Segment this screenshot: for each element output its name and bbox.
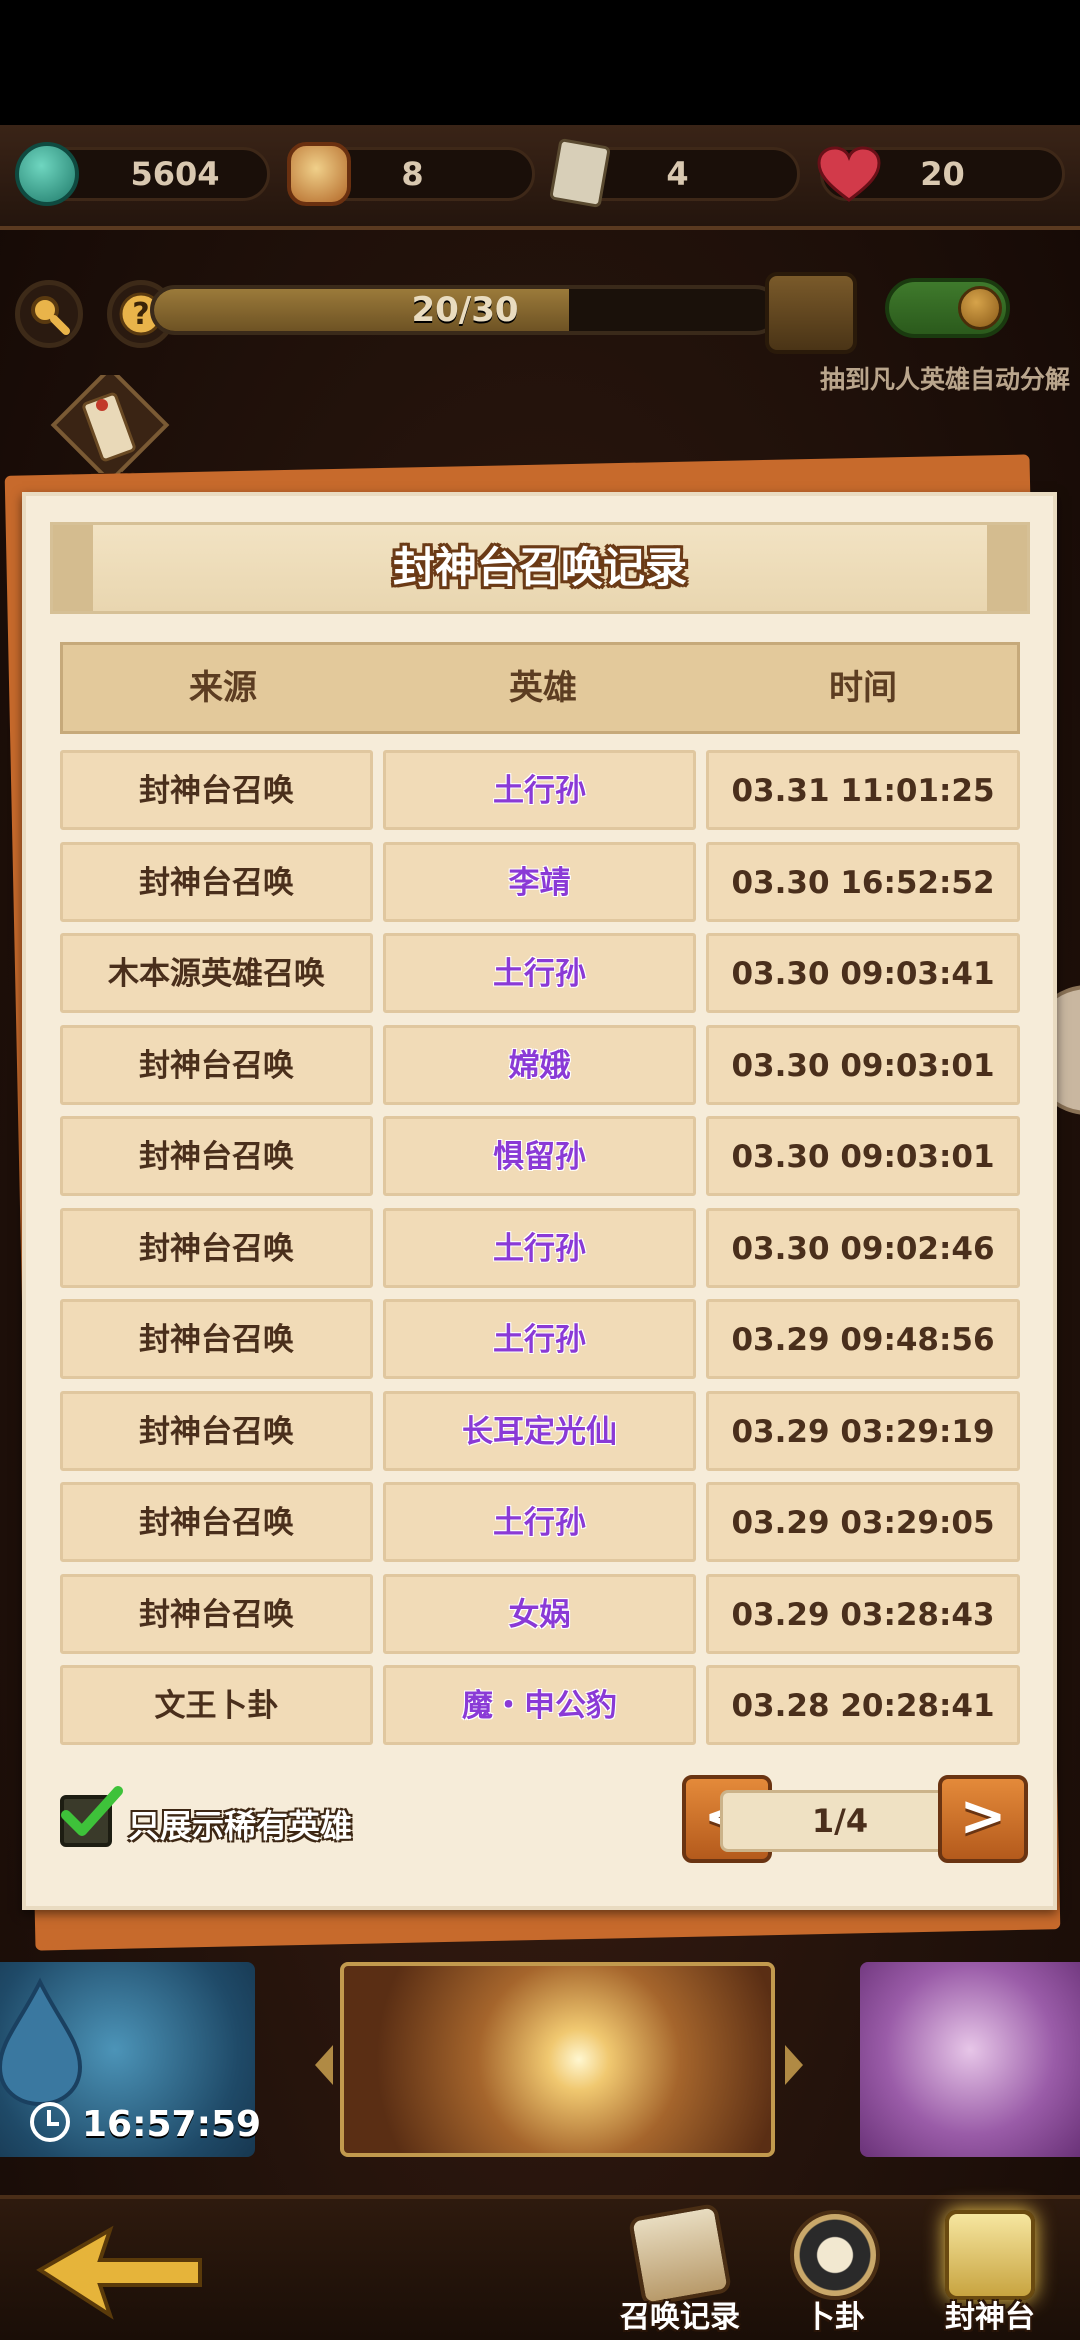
table-row: 封神台召唤 女娲 03.29 03:28:43: [60, 1574, 1020, 1654]
resource-lucky: 8: [287, 142, 535, 206]
cell-source: 木本源英雄召唤: [60, 933, 373, 1013]
nav-label: 封神台: [945, 2300, 1035, 2335]
table-row: 封神台召唤 土行孙 03.29 03:29:05: [60, 1482, 1020, 1562]
cell-source: 封神台召唤: [60, 1116, 373, 1196]
next-page-button[interactable]: >: [938, 1775, 1028, 1863]
cell-hero[interactable]: 嫦娥: [383, 1025, 696, 1105]
cell-hero[interactable]: 土行孙: [383, 750, 696, 830]
cell-hero[interactable]: 土行孙: [383, 1208, 696, 1288]
game-screen: 5604 8 4 20 ? 20/30 抽到凡人英雄自动分解 封神台召唤记录 来…: [0, 0, 1080, 2340]
table-row: 封神台召唤 土行孙 03.30 09:02:46: [60, 1208, 1020, 1288]
cell-source: 封神台召唤: [60, 1482, 373, 1562]
fengshen-scroll-icon: [945, 2210, 1035, 2300]
table-row: 封神台召唤 土行孙 03.29 09:48:56: [60, 1299, 1020, 1379]
panel-title: 封神台召唤记录: [392, 543, 687, 592]
treasure-chest-icon[interactable]: [765, 272, 857, 354]
cell-time: 03.29 03:29:19: [706, 1391, 1020, 1471]
progress-text: 20/30: [411, 290, 519, 330]
timer-text: 16:57:59: [82, 2104, 262, 2145]
table-row: 封神台召唤 李靖 03.30 16:52:52: [60, 842, 1020, 922]
table-header: 来源 英雄 时间: [60, 642, 1020, 734]
toggle-knob: [958, 286, 1002, 330]
cell-hero[interactable]: 土行孙: [383, 933, 696, 1013]
banner-next-arrow-icon[interactable]: [785, 2045, 803, 2085]
cell-time: 03.30 09:03:41: [706, 933, 1020, 1013]
resource-value: 8: [401, 155, 424, 193]
cell-source: 封神台召唤: [60, 1391, 373, 1471]
page-text: 1/4: [811, 1802, 869, 1840]
banner-prev-arrow-icon[interactable]: [315, 2045, 333, 2085]
cell-time: 03.29 03:29:05: [706, 1482, 1020, 1562]
nav-label: 召唤记录: [620, 2300, 740, 2335]
status-bar: [0, 0, 1080, 125]
cell-hero[interactable]: 女娲: [383, 1574, 696, 1654]
cell-time: 03.29 09:48:56: [706, 1299, 1020, 1379]
summon-progress-bar: 20/30: [150, 285, 780, 335]
table-row: 文王卜卦 魔・申公豹 03.28 20:28:41: [60, 1665, 1020, 1745]
resource-value: 4: [666, 155, 689, 193]
cell-source: 封神台召唤: [60, 842, 373, 922]
cell-hero[interactable]: 惧留孙: [383, 1116, 696, 1196]
check-icon: [61, 1786, 123, 1836]
hero-summon-banner[interactable]: [860, 1962, 1080, 2157]
column-header-hero: 英雄: [509, 668, 577, 708]
cell-source: 封神台召唤: [60, 750, 373, 830]
column-header-time: 时间: [829, 668, 897, 708]
cell-hero[interactable]: 土行孙: [383, 1299, 696, 1379]
cell-time: 03.30 09:03:01: [706, 1116, 1020, 1196]
cell-time: 03.30 16:52:52: [706, 842, 1020, 922]
table-row: 封神台召唤 土行孙 03.31 11:01:25: [60, 750, 1020, 830]
cell-source: 封神台召唤: [60, 1025, 373, 1105]
rare-hero-checkbox[interactable]: [60, 1786, 123, 1847]
cell-hero[interactable]: 李靖: [383, 842, 696, 922]
nav-divination[interactable]: 卜卦: [760, 2200, 910, 2340]
banner-timer: 16:57:59: [30, 2098, 261, 2152]
cell-time: 03.28 20:28:41: [706, 1665, 1020, 1745]
resource-bar: 5604 8 4 20: [0, 125, 1080, 230]
bagua-icon: [790, 2210, 880, 2300]
nav-fengshen[interactable]: 封神台: [915, 2200, 1065, 2340]
cell-source: 封神台召唤: [60, 1208, 373, 1288]
table-row: 封神台召唤 长耳定光仙 03.29 03:29:19: [60, 1391, 1020, 1471]
search-icon: [31, 296, 70, 335]
nav-summon-record[interactable]: 召唤记录: [605, 2200, 755, 2340]
table-row: 封神台召唤 惧留孙 03.30 09:03:01: [60, 1116, 1020, 1196]
svg-text:?: ?: [132, 297, 149, 332]
resource-value: 5604: [130, 155, 220, 193]
search-button[interactable]: [15, 280, 83, 348]
back-arrow-icon: [36, 2225, 202, 2320]
resource-value: 20: [920, 155, 965, 193]
auto-decompose-label: 抽到凡人英雄自动分解: [819, 365, 1070, 394]
panel-title-ribbon: 封神台召唤记录: [50, 522, 1030, 614]
cell-time: 03.29 03:28:43: [706, 1574, 1020, 1654]
resource-heart: 20: [817, 146, 1065, 202]
cell-hero[interactable]: 长耳定光仙: [383, 1391, 696, 1471]
cell-source: 文王卜卦: [60, 1665, 373, 1745]
auto-decompose-toggle[interactable]: [885, 278, 1010, 338]
nav-label: 卜卦: [805, 2300, 865, 2335]
column-header-source: 来源: [189, 668, 257, 708]
resource-ticket: 4: [549, 137, 800, 209]
main-summon-banner[interactable]: [340, 1962, 775, 2157]
cell-time: 03.30 09:03:01: [706, 1025, 1020, 1105]
water-drop-icon: [0, 1977, 83, 2107]
cell-time: 03.30 09:02:46: [706, 1208, 1020, 1288]
back-button[interactable]: [20, 2215, 220, 2325]
page-indicator: 1/4: [720, 1790, 960, 1852]
table-row: 木本源英雄召唤 土行孙 03.30 09:03:41: [60, 933, 1020, 1013]
cell-source: 封神台召唤: [60, 1299, 373, 1379]
cell-time: 03.31 11:01:25: [706, 750, 1020, 830]
resource-jade: 5604: [15, 142, 270, 206]
clock-icon: [30, 2102, 70, 2142]
cell-hero[interactable]: 魔・申公豹: [383, 1665, 696, 1745]
table-row: 封神台召唤 嫦娥 03.30 09:03:01: [60, 1025, 1020, 1105]
rare-hero-filter-label: 只展示稀有英雄: [128, 1807, 353, 1845]
cell-hero[interactable]: 土行孙: [383, 1482, 696, 1562]
cell-source: 封神台召唤: [60, 1574, 373, 1654]
